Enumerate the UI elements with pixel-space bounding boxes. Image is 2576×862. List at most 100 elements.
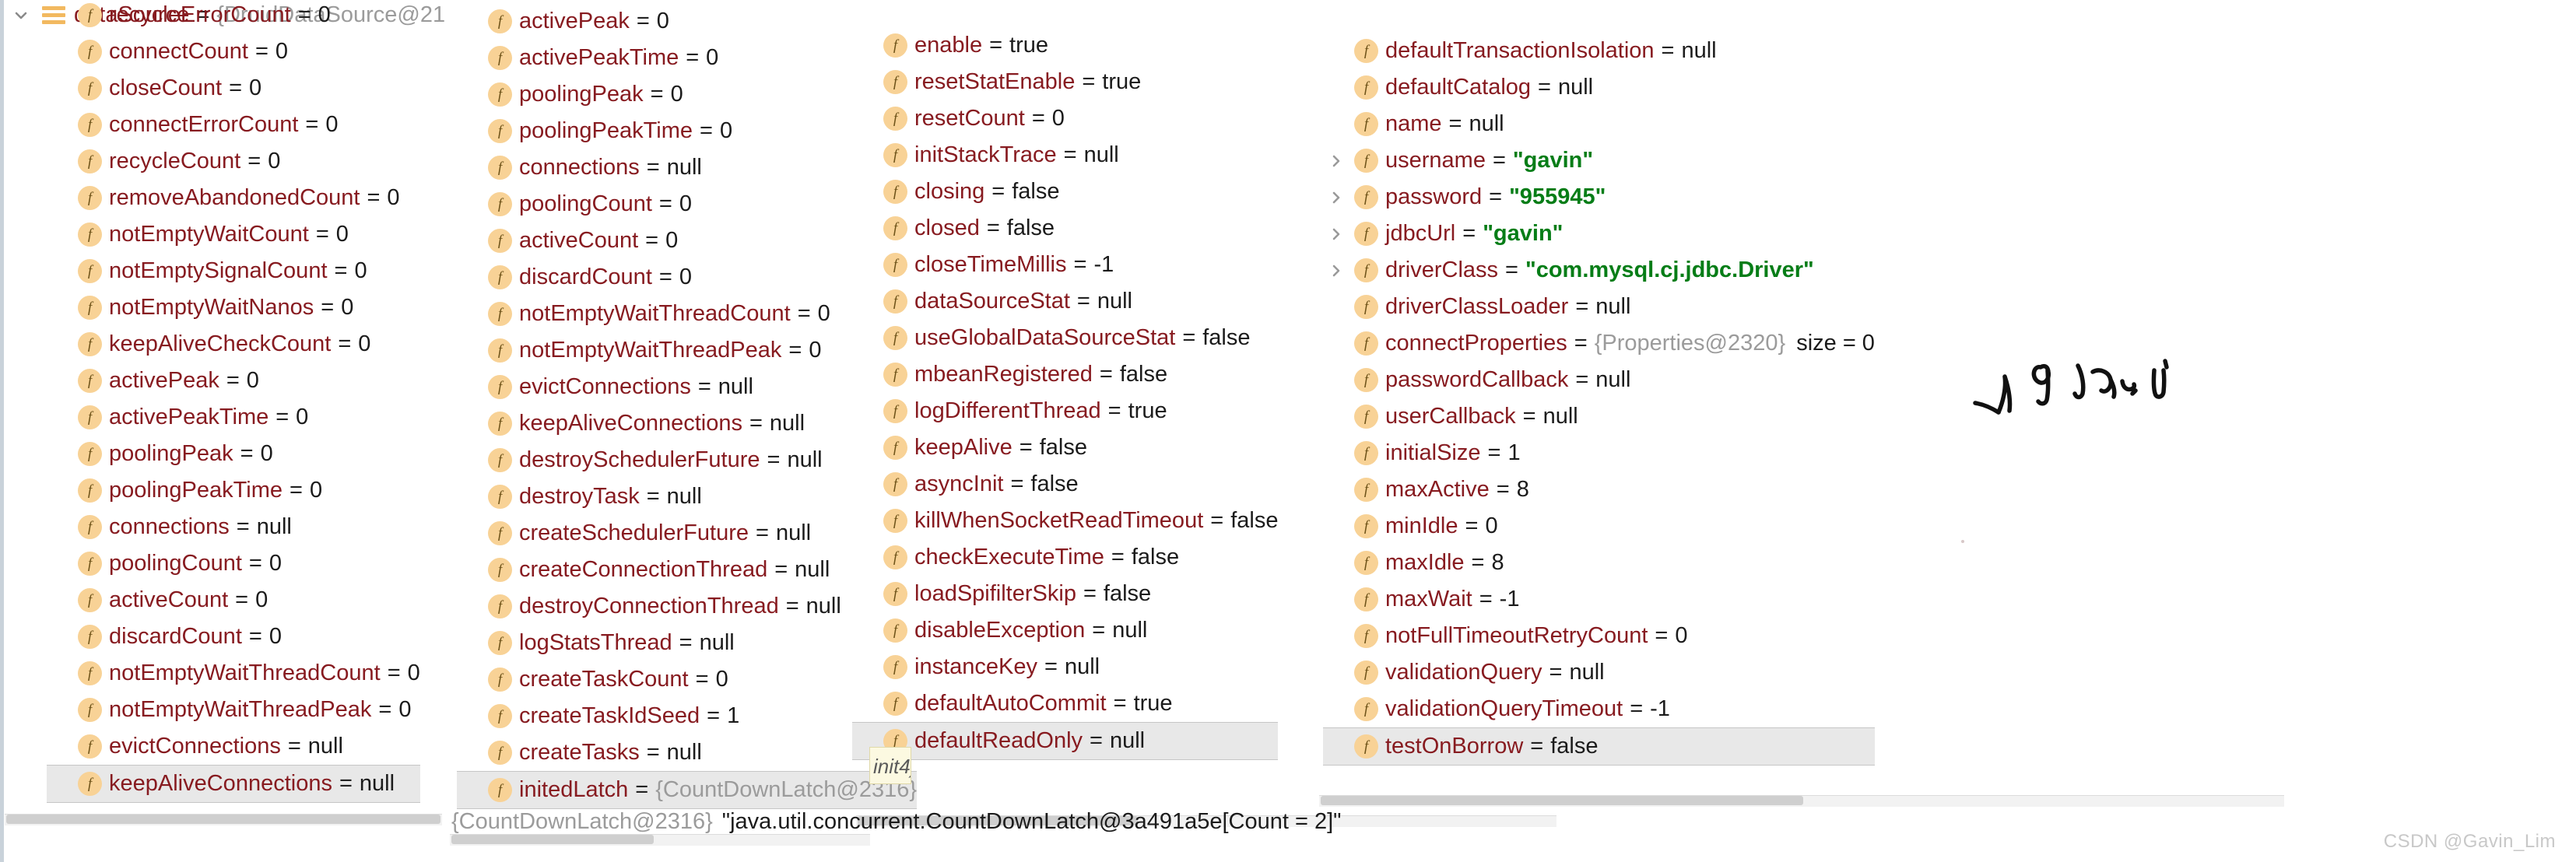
tree-row[interactable]: f createSchedulerFuture = null [457, 515, 917, 552]
chevron-right-icon[interactable] [1323, 189, 1349, 206]
tree-row[interactable]: f createTasks = null [457, 734, 917, 771]
tree-row[interactable]: f connectCount = 0 [47, 33, 420, 70]
field-icon: f [883, 253, 907, 277]
tree-row[interactable]: f validationQuery = null [1323, 654, 1875, 691]
tree-row[interactable]: f recycleCount = 0 [47, 143, 420, 180]
tree-row[interactable]: f defaultReadOnly = null [852, 722, 1279, 760]
tree-row[interactable]: f activePeak = 0 [457, 3, 917, 40]
tree-row[interactable]: f killWhenSocketReadTimeout = false [852, 503, 1278, 539]
tree-row[interactable]: f password = "955945" [1323, 179, 1875, 216]
tree-row[interactable]: f useGlobalDataSourceStat = false [852, 320, 1278, 356]
tree-row[interactable]: f driverClassLoader = null [1323, 289, 1875, 325]
tree-row[interactable]: f enable = true [852, 27, 1278, 64]
tree-row[interactable]: f username = "gavin" [1323, 142, 1875, 179]
equals-sign: = [989, 33, 1003, 58]
tree-row[interactable]: f resetCount = 0 [852, 100, 1278, 137]
tree-row[interactable]: f maxActive = 8 [1323, 471, 1875, 508]
tree-row[interactable]: f minIdle = 0 [1323, 508, 1875, 545]
tree-row[interactable]: f logDifferentThread = true [852, 393, 1278, 429]
tree-row[interactable]: f poolingPeak = 0 [47, 436, 420, 472]
chevron-right-icon[interactable] [1323, 226, 1349, 243]
tree-row[interactable]: f discardCount = 0 [47, 618, 420, 655]
tree-row[interactable]: f notEmptyWaitCount = 0 [47, 216, 420, 253]
tree-row[interactable]: f createConnectionThread = null [457, 552, 917, 588]
tree-row[interactable]: f createTaskIdSeed = 1 [457, 698, 917, 734]
tree-row[interactable]: f disableException = null [852, 612, 1278, 649]
tree-row[interactable]: f poolingCount = 0 [457, 186, 917, 223]
tree-row[interactable]: f notEmptySignalCount = 0 [47, 253, 420, 289]
tree-row[interactable]: f name = null [1323, 106, 1875, 142]
tree-row[interactable]: f instanceKey = null [852, 649, 1278, 685]
tree-row[interactable]: f recycleErrorCount = 0 [47, 0, 420, 33]
tree-row[interactable]: f driverClass = "com.mysql.cj.jdbc.Driver" [1323, 252, 1875, 289]
tree-row[interactable]: f mbeanRegistered = false [852, 356, 1278, 393]
tree-row[interactable]: f poolingPeakTime = 0 [457, 113, 917, 149]
tree-row[interactable]: f connections = null [457, 149, 917, 186]
tree-row[interactable]: f dataSourceStat = null [852, 283, 1278, 320]
field-name: destroyTask [519, 484, 640, 509]
tree-row[interactable]: f initStackTrace = null [852, 137, 1278, 173]
tree-row[interactable]: f asyncInit = false [852, 466, 1278, 503]
tree-row[interactable]: f destroyConnectionThread = null [457, 588, 917, 625]
tree-row[interactable]: f keepAliveCheckCount = 0 [47, 326, 420, 363]
tree-row[interactable]: f logStatsThread = null [457, 625, 917, 661]
tree-row[interactable]: f createTaskCount = 0 [457, 661, 917, 698]
tree-row[interactable]: f testOnBorrow = false [1323, 727, 1875, 766]
tree-row[interactable]: f initialSize = 1 [1323, 435, 1875, 471]
tree-row[interactable]: f destroyTask = null [457, 478, 917, 515]
tree-row[interactable]: f closed = false [852, 210, 1278, 247]
tree-row[interactable]: f evictConnections = null [457, 369, 917, 405]
tree-row[interactable]: f notEmptyWaitThreadPeak = 0 [47, 692, 420, 728]
tree-row[interactable]: f checkExecuteTime = false [852, 539, 1278, 576]
tree-row[interactable]: f maxWait = -1 [1323, 581, 1875, 618]
tree-row[interactable]: f notEmptyWaitThreadPeak = 0 [457, 332, 917, 369]
tree-row[interactable]: f activePeakTime = 0 [47, 399, 420, 436]
tree-row[interactable]: f poolingCount = 0 [47, 545, 420, 582]
tree-row[interactable]: f removeAbandonedCount = 0 [47, 180, 420, 216]
tree-row[interactable]: f defaultCatalog = null [1323, 69, 1875, 106]
tree-row[interactable]: f poolingPeak = 0 [457, 76, 917, 113]
equals-sign: = [645, 228, 659, 253]
tree-row[interactable]: f jdbcUrl = "gavin" [1323, 216, 1875, 252]
tree-row[interactable]: f activeCount = 0 [457, 223, 917, 259]
tree-row[interactable]: f connections = null [47, 509, 420, 545]
field-value: -1 [1093, 252, 1114, 277]
debugger-variables-panel[interactable]: dataSource = {DruidDataSource@21 f recycl… [0, 0, 2576, 862]
tree-row[interactable]: f defaultAutoCommit = true [852, 685, 1278, 722]
tree-row[interactable]: f connectErrorCount = 0 [47, 107, 420, 143]
tree-row[interactable]: f maxIdle = 8 [1323, 545, 1875, 581]
tree-row[interactable]: f keepAliveConnections = null [457, 405, 917, 442]
tree-row[interactable]: f passwordCallback = null [1323, 362, 1875, 398]
tree-row[interactable]: f activePeakTime = 0 [457, 40, 917, 76]
tree-row[interactable]: f poolingPeakTime = 0 [47, 472, 420, 509]
tree-row[interactable]: f keepAlive = false [852, 429, 1278, 466]
tree-row[interactable]: f connectProperties = {Properties@2320} size… [1323, 325, 1875, 362]
tree-row[interactable]: f userCallback = null [1323, 398, 1875, 435]
chevron-down-icon[interactable] [8, 7, 34, 24]
tree-row[interactable]: f evictConnections = null [47, 728, 420, 765]
tree-row[interactable]: f keepAliveConnections = null [47, 765, 420, 803]
tree-row[interactable]: f initedLatch = {CountDownLatch@2316} [457, 771, 918, 809]
hscrollbar-thumb-4[interactable] [1321, 796, 1803, 805]
field-icon: f [488, 192, 512, 216]
field-name: activeCount [519, 228, 639, 253]
tree-row[interactable]: f loadSpifilterSkip = false [852, 576, 1278, 612]
tree-row[interactable]: f defaultTransactionIsolation = null [1323, 33, 1875, 69]
tree-row[interactable]: f activePeak = 0 [47, 363, 420, 399]
tree-row[interactable]: f closeTimeMillis = -1 [852, 247, 1278, 283]
chevron-right-icon[interactable] [1323, 152, 1349, 170]
tree-row[interactable]: f notEmptyWaitThreadCount = 0 [457, 296, 917, 332]
tree-row[interactable]: f activeCount = 0 [47, 582, 420, 618]
tree-row[interactable]: f notFullTimeoutRetryCount = 0 [1323, 618, 1875, 654]
tree-row[interactable]: f notEmptyWaitThreadCount = 0 [47, 655, 420, 692]
tree-row[interactable]: f notEmptyWaitNanos = 0 [47, 289, 420, 326]
tree-row[interactable]: f validationQueryTimeout = -1 [1323, 691, 1875, 727]
tree-row[interactable]: f closing = false [852, 173, 1278, 210]
tree-row[interactable]: f resetStatEnable = true [852, 64, 1278, 100]
tree-row[interactable]: f destroySchedulerFuture = null [457, 442, 917, 478]
tree-row[interactable]: f discardCount = 0 [457, 259, 917, 296]
chevron-right-icon[interactable] [1323, 262, 1349, 279]
tree-row[interactable]: f closeCount = 0 [47, 70, 420, 107]
hscrollbar-thumb-1[interactable] [6, 815, 440, 824]
field-name: loadSpifilterSkip [914, 581, 1076, 606]
